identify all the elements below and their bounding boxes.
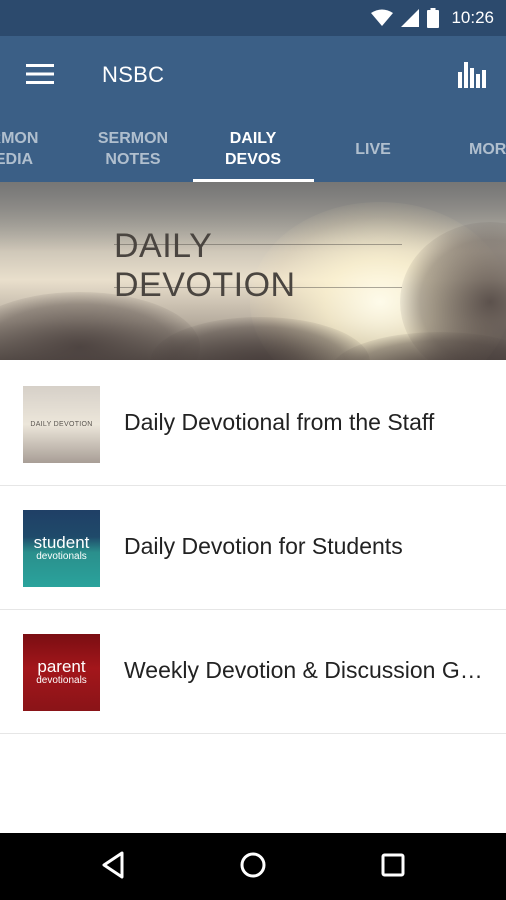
battery-icon (427, 8, 440, 28)
tab-bar: RMON EDIA SERMON NOTES DAILY DEVOS LIVE … (0, 116, 506, 182)
item-label: Daily Devotion for Students (124, 533, 403, 559)
hamburger-menu-icon (26, 63, 54, 89)
item-label: Weekly Devotion & Discussion Guide (124, 657, 486, 683)
status-bar: 10:26 (0, 0, 506, 36)
tab-daily-devos[interactable]: DAILY DEVOS (193, 116, 313, 182)
hero-banner: DAILY DEVOTION (0, 182, 506, 360)
bar-chart-icon (458, 60, 486, 93)
list-item[interactable]: parent devotionals Weekly Devotion & Dis… (0, 610, 506, 734)
devotion-list: DAILY DEVOTION Daily Devotional from the… (0, 362, 506, 734)
tab-sermon-media[interactable]: RMON EDIA (0, 116, 74, 182)
hero-title: DAILY DEVOTION (114, 227, 402, 304)
item-thumbnail: student devotionals (23, 510, 100, 587)
item-thumbnail: DAILY DEVOTION (23, 386, 100, 463)
app-title: NSBC (102, 62, 165, 87)
system-nav-bar (0, 833, 506, 900)
app-bar: NSBC (0, 36, 506, 116)
status-time: 10:26 (451, 8, 494, 27)
tab-more[interactable]: MOR (433, 116, 506, 182)
home-icon (239, 851, 267, 884)
recents-icon (381, 853, 405, 882)
item-label: Daily Devotional from the Staff (124, 409, 435, 435)
stats-button[interactable] (450, 54, 494, 98)
recents-button[interactable] (371, 845, 415, 889)
back-button[interactable] (91, 845, 135, 889)
tab-sermon-notes[interactable]: SERMON NOTES (73, 116, 193, 182)
item-thumbnail: parent devotionals (23, 634, 100, 711)
list-item[interactable]: student devotionals Daily Devotion for S… (0, 486, 506, 610)
list-item[interactable]: DAILY DEVOTION Daily Devotional from the… (0, 362, 506, 486)
signal-icon (401, 9, 420, 27)
home-button[interactable] (231, 845, 275, 889)
tab-live[interactable]: LIVE (313, 116, 433, 182)
back-icon (100, 851, 126, 884)
wifi-icon (371, 9, 394, 27)
menu-button[interactable] (14, 58, 66, 94)
